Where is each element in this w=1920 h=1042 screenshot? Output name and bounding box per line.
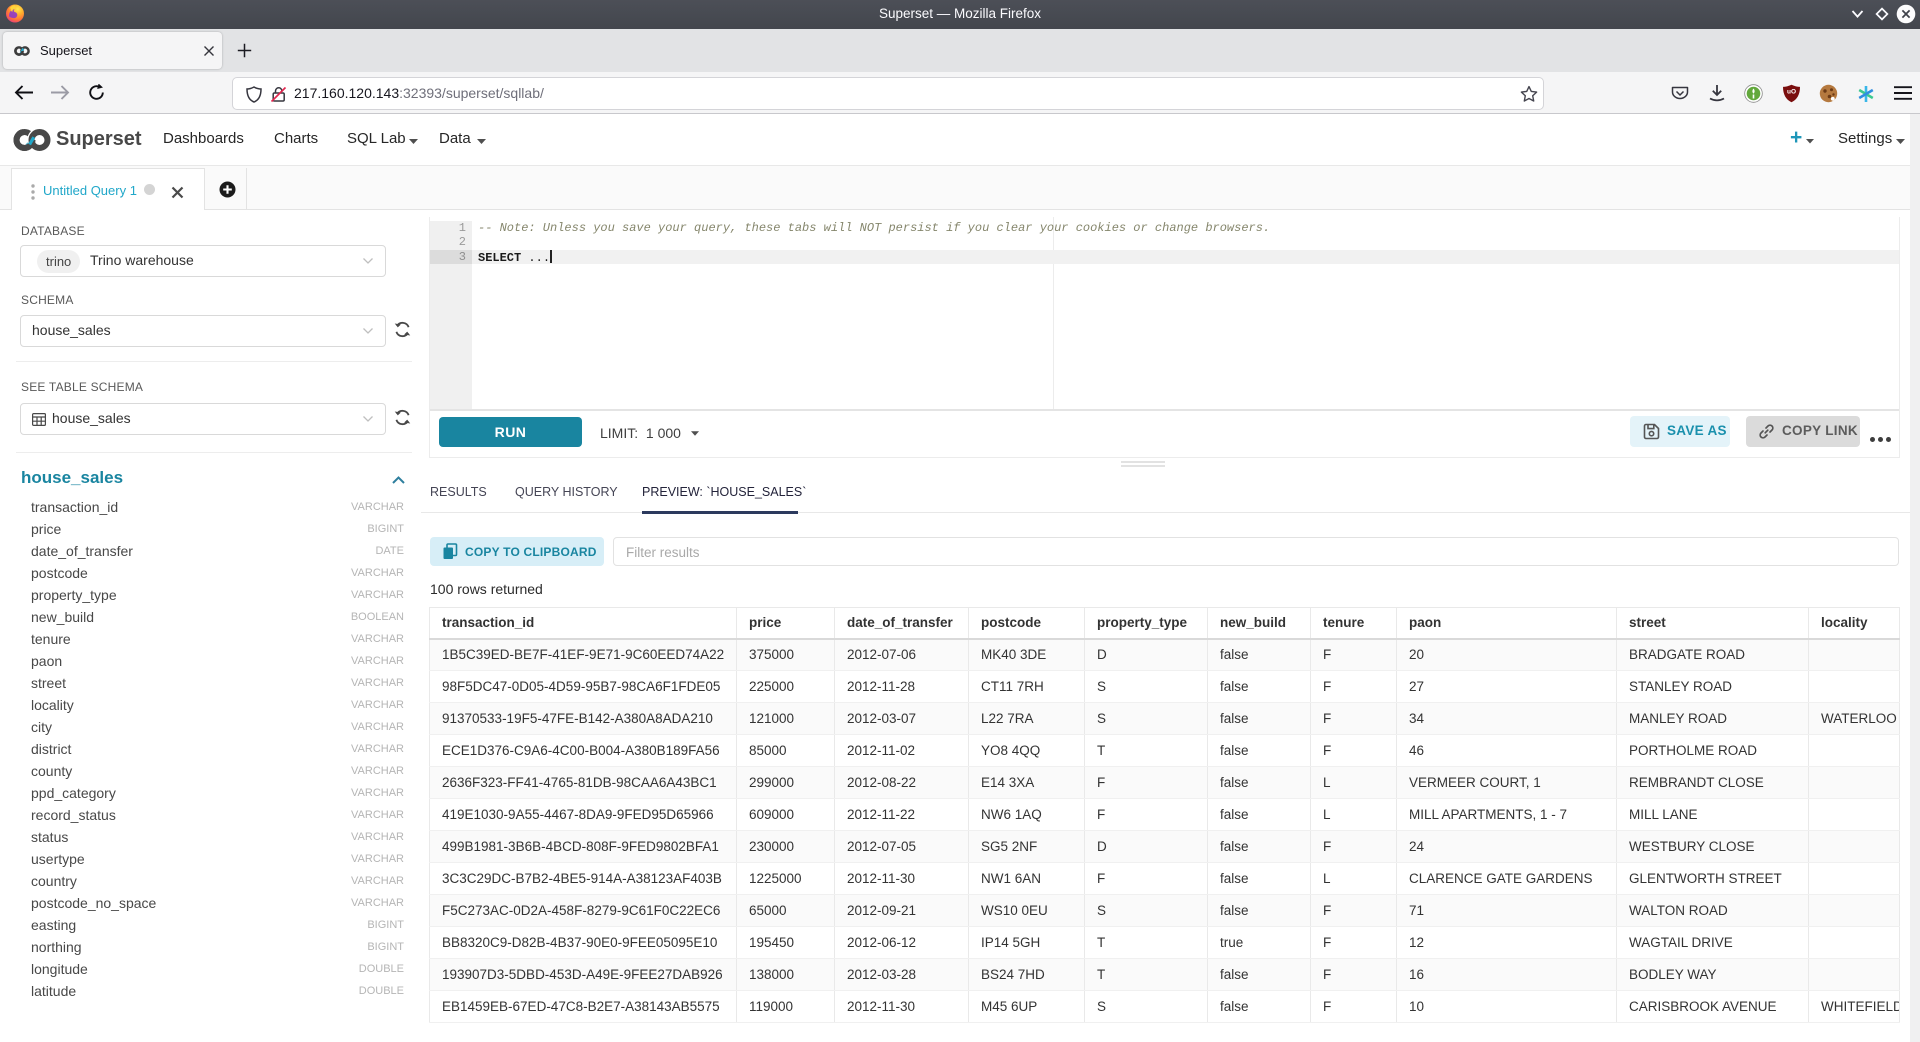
svg-text:uO: uO (1787, 89, 1796, 96)
